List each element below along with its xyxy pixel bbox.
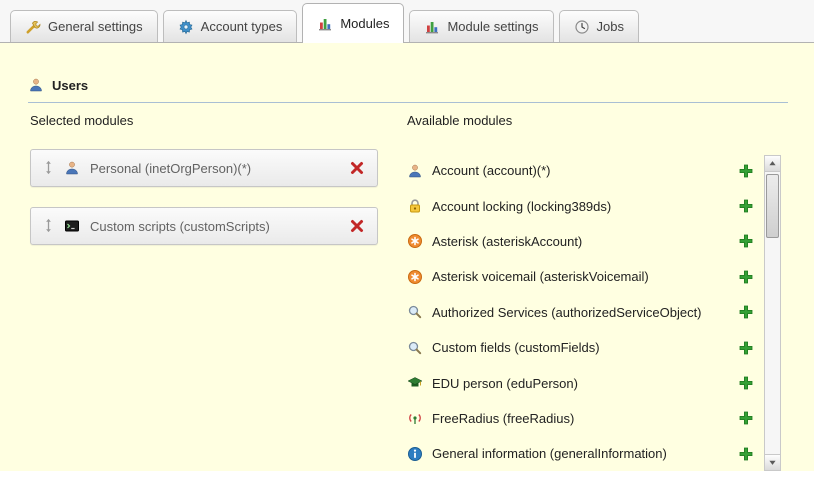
tab-modules[interactable]: Modules xyxy=(302,3,404,43)
available-module-label: Account (account)(*) xyxy=(432,163,729,178)
section-divider xyxy=(28,102,788,103)
magnifier-icon xyxy=(407,304,423,320)
scrollbar-track[interactable] xyxy=(765,172,780,454)
selected-module-item[interactable]: Custom scripts (customScripts) xyxy=(30,207,378,245)
drag-handle-icon xyxy=(43,218,54,234)
lock-icon xyxy=(407,198,423,214)
antenna-icon xyxy=(407,410,423,426)
available-module-label: EDU person (eduPerson) xyxy=(432,376,729,391)
add-module-button[interactable] xyxy=(738,269,754,285)
modules-icon xyxy=(317,16,333,32)
selected-module-label: Custom scripts (customScripts) xyxy=(90,219,339,234)
available-module-label: FreeRadius (freeRadius) xyxy=(432,411,729,426)
tab-bar: General settings Account types Modules Modu… xyxy=(0,0,814,43)
tab-label: Modules xyxy=(340,16,389,31)
available-module-item: EDU person (eduPerson) xyxy=(407,365,754,400)
add-module-button[interactable] xyxy=(738,304,754,320)
selected-modules-list: Personal (inetOrgPerson)(*) Custom script… xyxy=(30,149,378,245)
available-module-label: Asterisk (asteriskAccount) xyxy=(432,234,729,249)
available-modules-heading: Available modules xyxy=(407,113,512,128)
section-title: Users xyxy=(52,78,88,93)
magnifier-icon xyxy=(407,340,423,356)
available-modules-list: Account (account)(*) Account locking (loc… xyxy=(407,153,754,472)
available-module-item: Account (account)(*) xyxy=(407,153,754,188)
tab-module-settings[interactable]: Module settings xyxy=(409,10,553,42)
user-icon xyxy=(64,160,80,176)
scrollbar-thumb[interactable] xyxy=(766,174,779,238)
selected-module-label: Personal (inetOrgPerson)(*) xyxy=(90,161,339,176)
available-module-item: General information (generalInformation) xyxy=(407,436,754,471)
user-icon xyxy=(28,77,44,93)
lam-configuration-page: General settings Account types Modules Modu… xyxy=(0,0,814,478)
available-module-label: Asterisk voicemail (asteriskVoicemail) xyxy=(432,269,729,284)
tab-account-types[interactable]: Account types xyxy=(163,10,298,42)
clock-icon xyxy=(574,19,590,35)
wrench-icon xyxy=(25,19,41,35)
scrollbar-down-button[interactable] xyxy=(765,454,780,470)
tab-label: Jobs xyxy=(597,19,624,34)
info-icon xyxy=(407,446,423,462)
add-module-button[interactable] xyxy=(738,446,754,462)
available-module-item: Custom fields (customFields) xyxy=(407,330,754,365)
scroll-up-icon xyxy=(767,158,778,169)
tab-label: Module settings xyxy=(447,19,538,34)
selected-modules-heading: Selected modules xyxy=(30,113,133,128)
selected-module-item[interactable]: Personal (inetOrgPerson)(*) xyxy=(30,149,378,187)
add-module-button[interactable] xyxy=(738,198,754,214)
add-module-button[interactable] xyxy=(738,340,754,356)
page-bottom-edge xyxy=(0,471,814,478)
tab-label: Account types xyxy=(201,19,283,34)
add-module-button[interactable] xyxy=(738,410,754,426)
scrollbar-up-button[interactable] xyxy=(765,156,780,172)
script-icon xyxy=(64,218,80,234)
tab-label: General settings xyxy=(48,19,143,34)
add-module-button[interactable] xyxy=(738,375,754,391)
available-module-label: General information (generalInformation) xyxy=(432,446,729,461)
remove-module-button[interactable] xyxy=(349,218,365,234)
gear-icon xyxy=(178,19,194,35)
available-module-label: Custom fields (customFields) xyxy=(432,340,729,355)
available-module-item: Authorized Services (authorizedServiceOb… xyxy=(407,295,754,330)
remove-module-button[interactable] xyxy=(349,160,365,176)
scroll-down-icon xyxy=(767,457,778,468)
modules-tab-content: Users Selected modules Available modules… xyxy=(0,43,814,478)
available-module-label: Authorized Services (authorizedServiceOb… xyxy=(432,305,729,320)
available-module-item: Account locking (locking389ds) xyxy=(407,188,754,223)
drag-handle-icon xyxy=(43,160,54,176)
tab-general-settings[interactable]: General settings xyxy=(10,10,158,42)
add-module-button[interactable] xyxy=(738,163,754,179)
graduation-icon xyxy=(407,375,423,391)
add-module-button[interactable] xyxy=(738,233,754,249)
asterisk-icon xyxy=(407,233,423,249)
available-modules-scrollbar[interactable] xyxy=(764,155,781,471)
users-section-header: Users xyxy=(28,77,88,93)
asterisk-icon xyxy=(407,269,423,285)
available-module-item: Asterisk voicemail (asteriskVoicemail) xyxy=(407,259,754,294)
module-settings-icon xyxy=(424,19,440,35)
user-icon xyxy=(407,163,423,179)
available-module-label: Account locking (locking389ds) xyxy=(432,199,729,214)
tab-jobs[interactable]: Jobs xyxy=(559,10,639,42)
available-module-item: Asterisk (asteriskAccount) xyxy=(407,224,754,259)
available-module-item: FreeRadius (freeRadius) xyxy=(407,401,754,436)
